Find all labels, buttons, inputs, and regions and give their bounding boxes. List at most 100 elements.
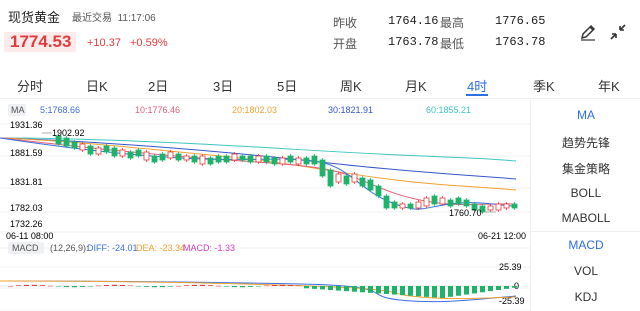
min-marker: 1760.70 bbox=[449, 208, 482, 218]
candle bbox=[383, 195, 390, 209]
macd-bar bbox=[32, 284, 37, 286]
macd-bar bbox=[232, 286, 237, 288]
tab-3day[interactable]: 3日 bbox=[213, 76, 233, 95]
macd-bar bbox=[144, 286, 149, 287]
ma10-line bbox=[0, 137, 517, 206]
indicator-maboll[interactable]: MABOLL bbox=[531, 211, 640, 225]
candle bbox=[423, 197, 430, 207]
draw-pen-icon[interactable] bbox=[578, 22, 598, 42]
candle bbox=[343, 175, 350, 185]
ma5-legend: 5:1768.66 bbox=[40, 105, 80, 115]
macd-bar bbox=[136, 286, 141, 287]
tab-quarterly[interactable]: 季K bbox=[533, 76, 555, 95]
indicator-kdj[interactable]: KDJ bbox=[531, 290, 640, 304]
candle bbox=[279, 157, 286, 165]
collapse-icon[interactable] bbox=[608, 22, 628, 42]
open-label: 开盘 bbox=[333, 37, 358, 51]
candle bbox=[175, 153, 182, 161]
candle bbox=[359, 177, 366, 187]
indicator-boll[interactable]: BOLL bbox=[531, 186, 640, 200]
price-axis-label: 1831.81 bbox=[10, 177, 43, 187]
candle bbox=[95, 147, 102, 155]
candle bbox=[151, 155, 158, 163]
candle bbox=[239, 155, 246, 161]
indicator-vol[interactable]: VOL bbox=[531, 264, 640, 278]
candle bbox=[167, 151, 174, 159]
indicator-ma[interactable]: MA bbox=[531, 108, 640, 122]
macd-bar bbox=[72, 286, 77, 288]
current-price: 1774.53 bbox=[10, 32, 72, 51]
macd-bar bbox=[280, 284, 285, 286]
price-axis-label: 1931.36 bbox=[10, 120, 43, 130]
macd-bar bbox=[312, 286, 317, 289]
candle bbox=[191, 155, 198, 163]
ma30-legend: 30:1821.91 bbox=[328, 105, 373, 115]
macd-params: (12,26,9): bbox=[50, 243, 89, 253]
candle bbox=[407, 203, 414, 209]
time-axis-start: 06-11 08:00 bbox=[6, 231, 53, 241]
macd-bar bbox=[504, 286, 509, 289]
tab-2day[interactable]: 2日 bbox=[148, 76, 168, 95]
price-axis-label: 1732.26 bbox=[10, 219, 43, 229]
macd-bar bbox=[88, 286, 93, 287]
high-value: 1776.65 bbox=[495, 14, 546, 28]
ma20-legend: 20:1802.03 bbox=[232, 105, 277, 115]
max-marker: 1902.92 bbox=[52, 128, 85, 138]
macd-bar bbox=[24, 284, 29, 286]
indicator-panel: MA 趋势先锋 集金策略 BOLL MABOLL MACD VOL KDJ bbox=[530, 100, 640, 311]
candle bbox=[103, 145, 110, 153]
indicator-trend-pioneer[interactable]: 趋势先锋 bbox=[531, 134, 640, 151]
low-value: 1763.78 bbox=[495, 35, 546, 49]
candle bbox=[391, 201, 398, 209]
macd-bar bbox=[56, 286, 61, 287]
instrument-title: 现货黄金 bbox=[8, 10, 61, 25]
macd-bar bbox=[320, 286, 325, 290]
time-axis-end: 06-21 12:00 bbox=[478, 231, 526, 241]
open-value: 1763.78 bbox=[388, 35, 439, 49]
macd-bar bbox=[288, 284, 293, 286]
macd-bar bbox=[40, 285, 45, 286]
macd-dea: DEA: -23.34 bbox=[136, 243, 185, 253]
macd-bar bbox=[424, 286, 429, 297]
macd-bar bbox=[160, 286, 165, 288]
indicator-gold-strategy[interactable]: 集金策略 bbox=[531, 160, 640, 177]
candle bbox=[503, 203, 510, 209]
macd-bar bbox=[248, 286, 253, 287]
macd-bar bbox=[264, 285, 269, 287]
candle bbox=[111, 147, 118, 157]
indicator-macd[interactable]: MACD bbox=[531, 238, 640, 252]
candle bbox=[63, 137, 70, 147]
price-axis-label: 1782.03 bbox=[10, 203, 43, 213]
candle bbox=[255, 155, 262, 163]
candle bbox=[399, 203, 406, 209]
macd-bar bbox=[96, 285, 101, 287]
tab-yearly[interactable]: 年K bbox=[598, 76, 620, 95]
macd-bar bbox=[488, 286, 493, 292]
macd-bar bbox=[480, 286, 485, 293]
macd-bar bbox=[120, 284, 125, 286]
quote-time: 11:17:06 bbox=[117, 13, 156, 24]
candle bbox=[511, 203, 518, 209]
candle bbox=[87, 145, 94, 155]
tab-5day[interactable]: 5日 bbox=[277, 76, 297, 95]
candle bbox=[79, 143, 86, 151]
ma10-legend: 10:1776.46 bbox=[135, 105, 180, 115]
low-label: 最低 bbox=[440, 37, 465, 51]
candle bbox=[447, 199, 454, 207]
macd-histogram bbox=[8, 284, 517, 298]
price-change: +10.37 bbox=[87, 37, 121, 49]
macd-bar bbox=[336, 286, 341, 291]
kline-chart[interactable]: MA 5:1768.66 10:1776.46 20:1802.03 30:18… bbox=[0, 100, 530, 311]
tab-fenshi[interactable]: 分时 bbox=[17, 76, 43, 95]
tab-4h[interactable]: 4时 bbox=[467, 76, 487, 95]
high-label: 最高 bbox=[440, 16, 465, 30]
macd-bar bbox=[344, 286, 349, 292]
tab-daily[interactable]: 日K bbox=[86, 76, 108, 95]
candle bbox=[487, 205, 494, 211]
macd-bar bbox=[168, 286, 173, 287]
tab-weekly[interactable]: 周K bbox=[340, 76, 362, 95]
macd-bar bbox=[432, 286, 437, 298]
macd-legend-label: MACD bbox=[12, 243, 39, 253]
tab-monthly[interactable]: 月K bbox=[405, 76, 427, 95]
macd-bar bbox=[352, 286, 357, 292]
